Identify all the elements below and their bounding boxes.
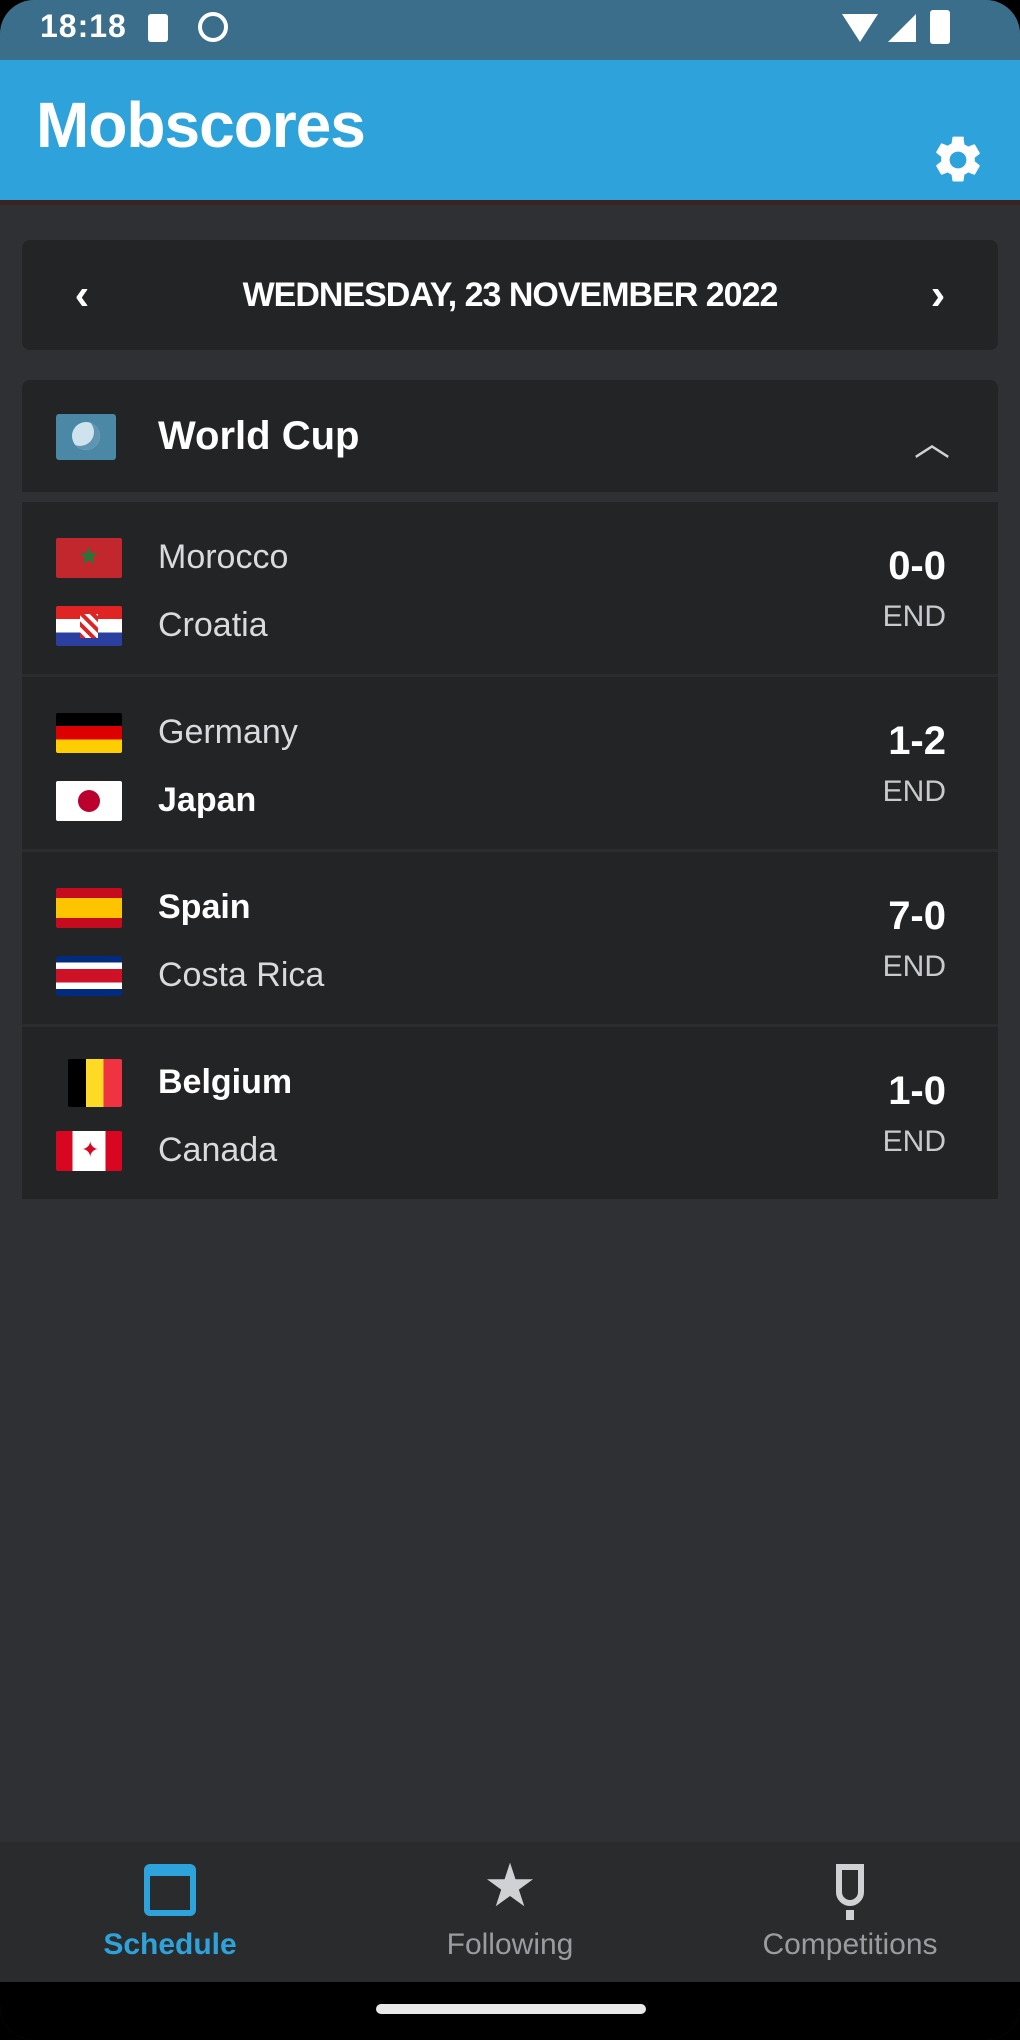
calendar-icon — [144, 1864, 196, 1916]
match-row[interactable]: Germany Japan 1-2 END — [22, 677, 998, 849]
status-bar: 18:18 — [0, 0, 1020, 60]
gesture-area — [0, 1982, 1020, 2040]
match-score: 0-0 — [888, 544, 946, 588]
match-status: END — [882, 775, 946, 808]
match-score: 1-0 — [888, 1069, 946, 1113]
morocco-flag-icon — [56, 538, 122, 578]
face-icon — [198, 12, 228, 42]
team-name: Belgium — [158, 1063, 293, 1101]
trophy-icon — [836, 1864, 864, 1920]
canada-flag-icon — [56, 1131, 122, 1171]
team-name: Costa Rica — [158, 956, 325, 994]
appbar-divider — [0, 200, 1020, 205]
match-status: END — [882, 600, 946, 633]
match-row[interactable]: Morocco Croatia 0-0 END — [22, 502, 998, 674]
nav-schedule[interactable]: Schedule — [50, 1842, 290, 1982]
selected-date: WEDNESDAY, 23 NOVEMBER 2022 — [242, 276, 779, 314]
belgium-flag-icon — [68, 1059, 122, 1107]
star-icon: ★ — [483, 1852, 537, 1919]
phone-screen: 18:18 Mobscores ‹ WEDNESDAY, 23 NOVEMBER… — [0, 0, 1020, 2040]
costa-rica-flag-icon — [56, 956, 122, 996]
competition-header[interactable]: World Cup ︿ — [22, 380, 998, 492]
match-status: END — [882, 1125, 946, 1158]
chevron-up-icon[interactable]: ︿ — [914, 414, 950, 466]
nav-label: Following — [446, 1928, 574, 1961]
gear-icon[interactable] — [930, 132, 986, 188]
team-name: Japan — [158, 781, 257, 819]
signal-icon — [888, 14, 916, 42]
nav-label: Schedule — [103, 1928, 237, 1961]
competition-name: World Cup — [158, 414, 360, 458]
match-row[interactable]: Belgium Canada 1-0 END — [22, 1027, 998, 1199]
team-name: Germany — [158, 713, 298, 751]
nav-following[interactable]: ★ Following — [390, 1842, 630, 1982]
match-score: 7-0 — [888, 894, 946, 938]
bottom-navigation: Schedule ★ Following Competitions — [0, 1842, 1020, 1982]
team-name: Canada — [158, 1131, 278, 1169]
battery-icon — [930, 10, 950, 44]
team-name: Croatia — [158, 606, 268, 644]
team-name: Morocco — [158, 538, 289, 576]
app-logo: Mobscores — [36, 89, 366, 161]
japan-flag-icon — [56, 781, 122, 821]
sim-card-icon — [148, 14, 168, 42]
spain-flag-icon — [56, 888, 122, 928]
croatia-flag-icon — [56, 606, 122, 646]
app-bar: Mobscores — [0, 60, 1020, 200]
match-row[interactable]: Spain Costa Rica 7-0 END — [22, 852, 998, 1024]
germany-flag-icon — [56, 713, 122, 753]
nav-label: Competitions — [762, 1928, 938, 1961]
nav-competitions[interactable]: Competitions — [730, 1842, 970, 1982]
next-day-button[interactable]: › — [898, 240, 978, 350]
team-name: Spain — [158, 888, 251, 926]
globe-icon — [56, 414, 116, 460]
date-navigation: ‹ WEDNESDAY, 23 NOVEMBER 2022 › — [22, 240, 998, 350]
match-score: 1-2 — [888, 719, 946, 763]
status-time: 18:18 — [40, 8, 127, 44]
wifi-icon — [842, 14, 878, 42]
home-gesture-bar[interactable] — [376, 2004, 646, 2014]
match-status: END — [882, 950, 946, 983]
